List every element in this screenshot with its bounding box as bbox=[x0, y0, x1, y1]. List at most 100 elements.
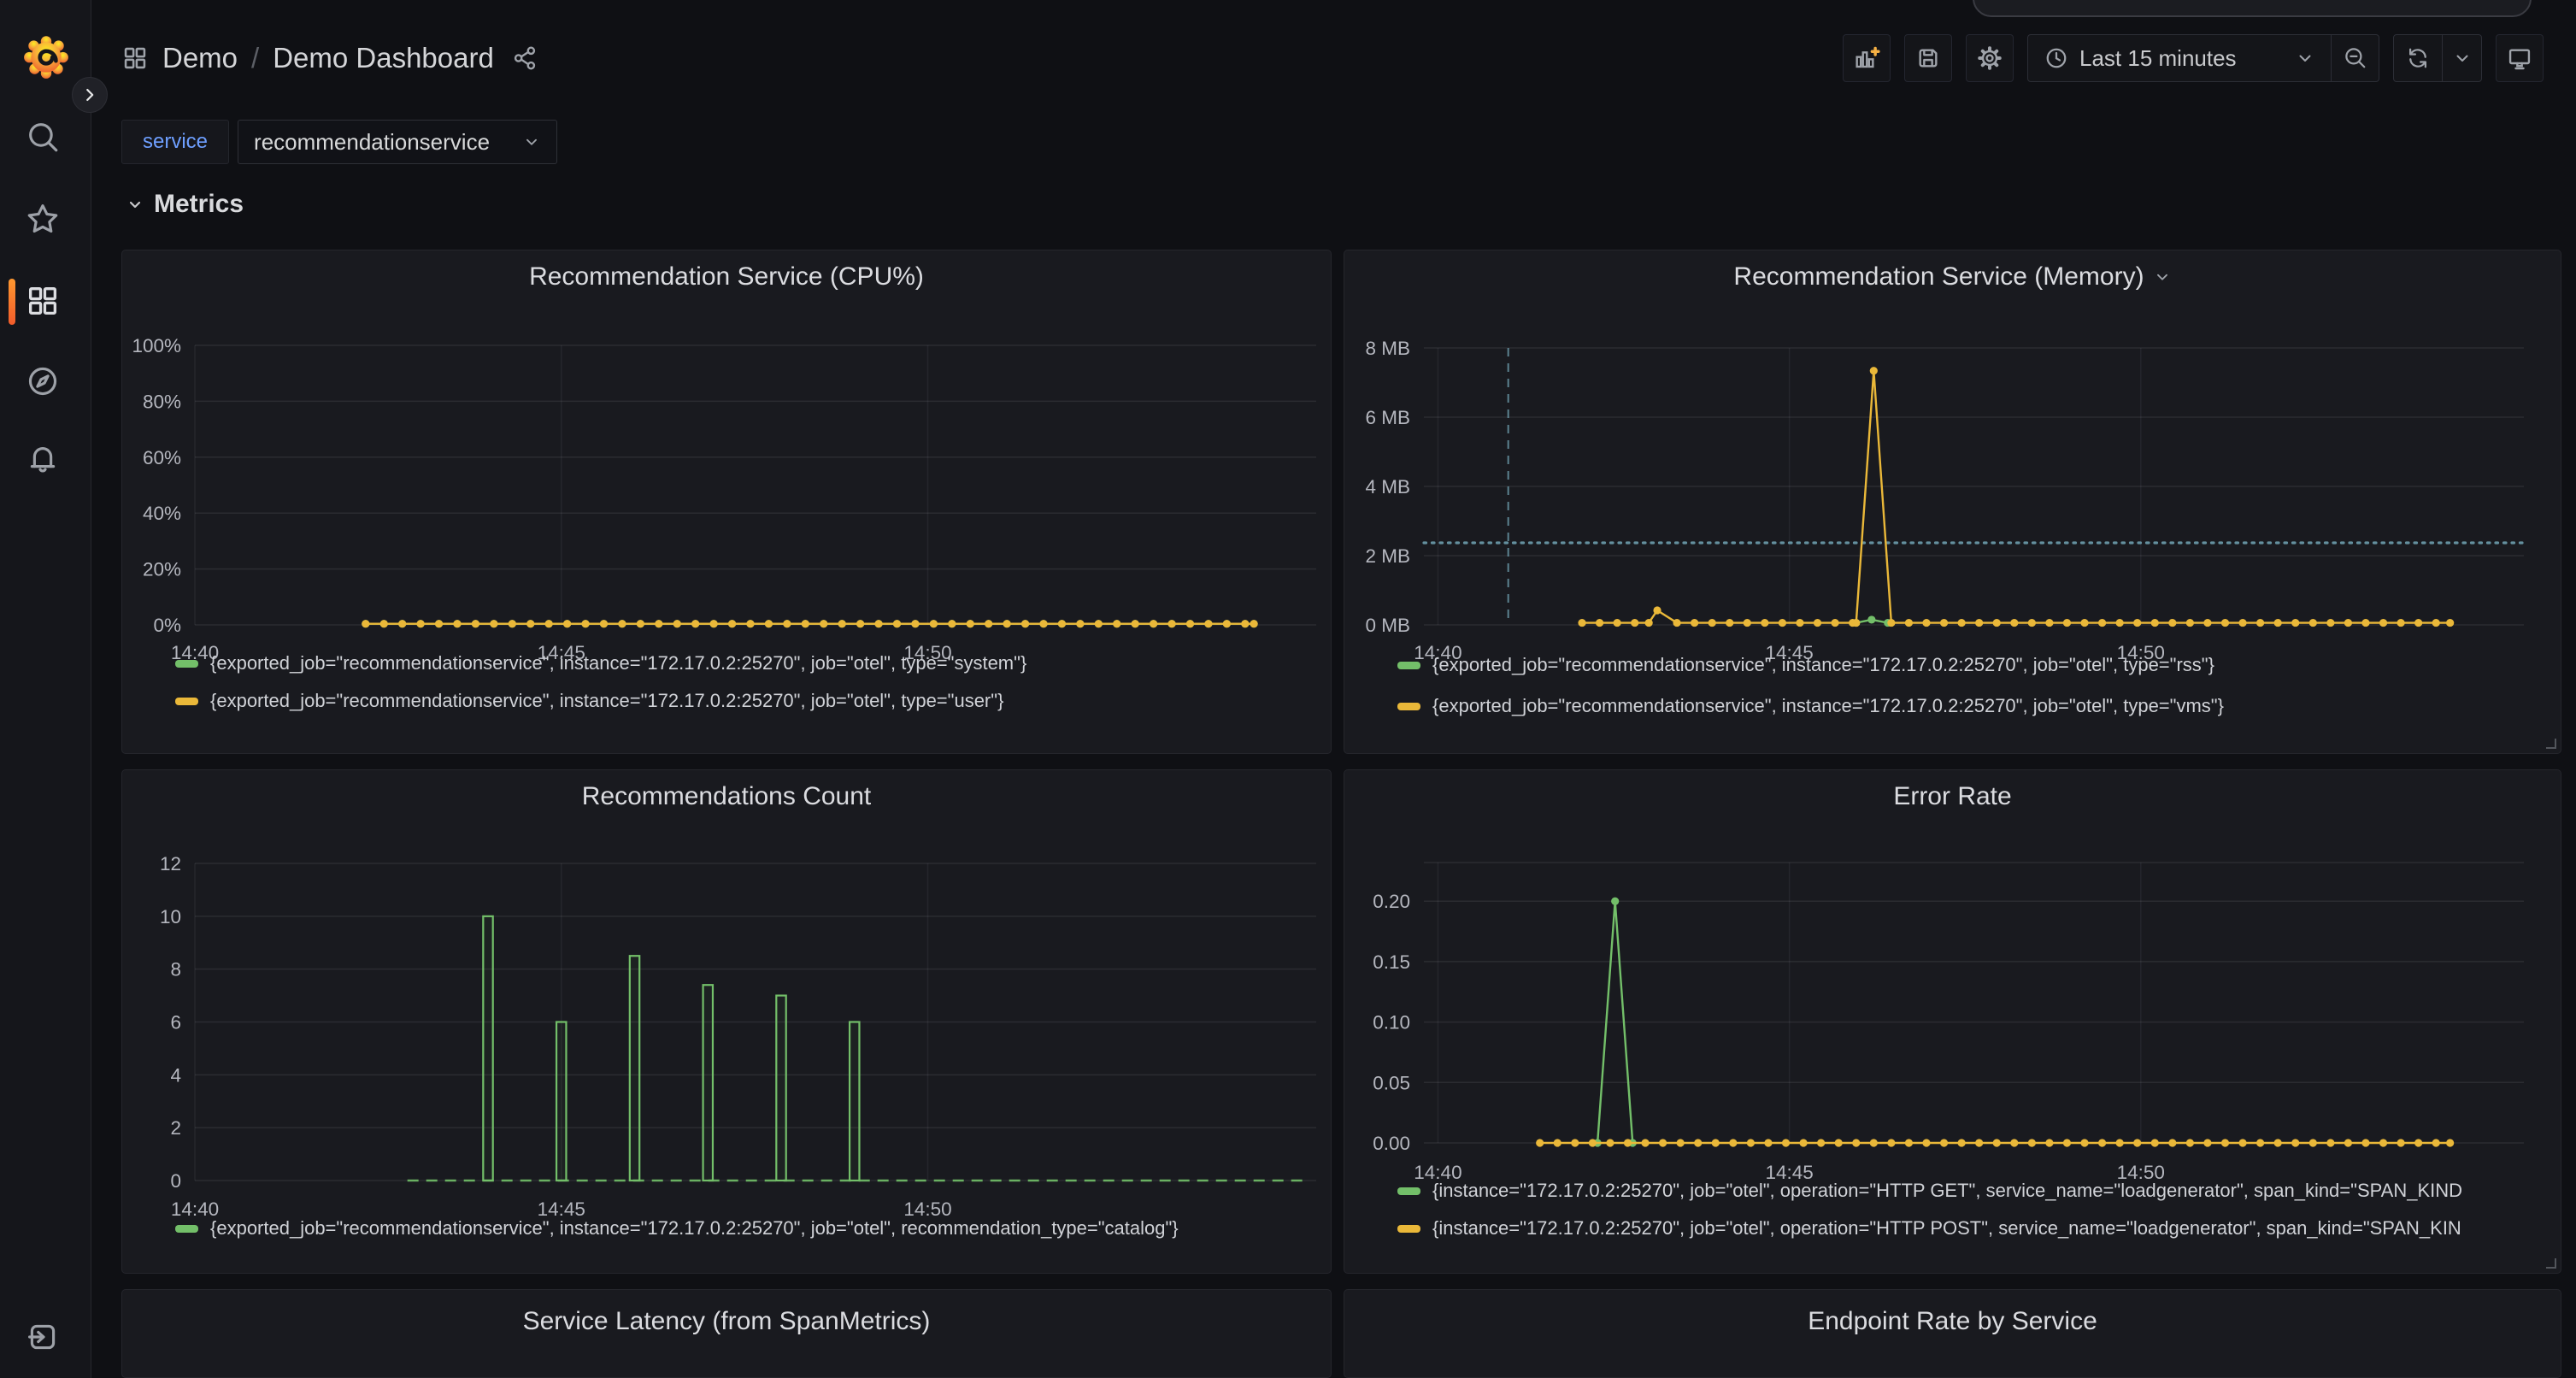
series-point bbox=[2379, 1139, 2387, 1146]
series-point bbox=[2309, 619, 2317, 627]
variable-dropdown[interactable]: recommendationservice bbox=[238, 120, 557, 164]
legend-item[interactable]: {instance="172.17.0.2:25270", job="otel"… bbox=[1397, 1180, 2554, 1202]
series-point bbox=[2256, 619, 2264, 627]
grafana-logo[interactable] bbox=[22, 31, 70, 80]
panel-header[interactable]: Service Latency (from SpanMetrics) bbox=[122, 1307, 1331, 1336]
sidebar-expand-button[interactable] bbox=[72, 77, 108, 113]
refresh-button[interactable] bbox=[2394, 35, 2442, 81]
series-point bbox=[1975, 619, 1983, 627]
y-tick-label: 0.00 bbox=[1373, 1133, 1410, 1154]
series-point bbox=[1709, 619, 1716, 627]
series-point bbox=[1852, 1139, 1860, 1146]
series-point bbox=[1589, 1139, 1597, 1146]
panel-resize-handle[interactable] bbox=[2546, 1258, 2556, 1269]
panel-header[interactable]: Endpoint Rate by Service bbox=[1344, 1307, 2561, 1336]
series-point bbox=[362, 620, 369, 627]
series-point bbox=[2028, 1139, 2036, 1146]
panel-resize-handle[interactable] bbox=[2546, 739, 2556, 749]
y-tick-label: 8 MB bbox=[1365, 338, 1410, 359]
sidebar-item-alerting[interactable] bbox=[24, 439, 62, 477]
series-point bbox=[838, 620, 846, 627]
series-point bbox=[2151, 1139, 2159, 1146]
series-point bbox=[2446, 619, 2454, 627]
series-point bbox=[435, 620, 443, 627]
series-point bbox=[2010, 1139, 2018, 1146]
sidebar-item-explore[interactable] bbox=[24, 362, 62, 400]
series-point bbox=[1204, 620, 1212, 627]
legend-item[interactable]: {exported_job="recommendationservice", i… bbox=[175, 1217, 1324, 1240]
legend-swatch bbox=[175, 1225, 198, 1233]
series-point bbox=[2379, 619, 2387, 627]
add-panel-button[interactable] bbox=[1843, 34, 1891, 82]
clock-icon bbox=[2044, 45, 2069, 71]
share-icon[interactable] bbox=[511, 44, 538, 72]
series-point bbox=[2291, 1139, 2299, 1146]
y-tick-label: 10 bbox=[160, 906, 181, 928]
gear-icon bbox=[1976, 44, 2003, 72]
series-point bbox=[2344, 1139, 2352, 1146]
legend-item[interactable]: {exported_job="recommendationservice", i… bbox=[1397, 695, 2554, 717]
series-point bbox=[2291, 619, 2299, 627]
time-range-picker[interactable]: Last 15 minutes bbox=[2028, 35, 2331, 81]
series-point bbox=[1241, 620, 1249, 627]
legend-item[interactable]: {exported_job="recommendationservice", i… bbox=[1397, 654, 2554, 676]
series-point bbox=[2203, 619, 2211, 627]
legend-item[interactable]: {instance="172.17.0.2:25270", job="otel"… bbox=[1397, 1217, 2554, 1240]
series-point bbox=[1870, 367, 1878, 374]
series-point bbox=[1003, 620, 1011, 627]
series-point bbox=[1691, 619, 1698, 627]
y-tick-label: 2 MB bbox=[1365, 545, 1410, 567]
kiosk-mode-button[interactable] bbox=[2496, 34, 2544, 82]
series-point bbox=[2028, 619, 2036, 627]
breadcrumb: Demo / Demo Dashboard bbox=[121, 34, 538, 82]
panel-service-latency: Service Latency (from SpanMetrics) bbox=[121, 1289, 1332, 1378]
chart-canvas[interactable]: 14:4014:4514:500%20%40%60%80%100% bbox=[122, 250, 1332, 754]
series-point bbox=[563, 620, 571, 627]
refresh-icon bbox=[2405, 45, 2431, 71]
chevron-down-icon bbox=[125, 194, 145, 215]
bar bbox=[556, 1022, 566, 1181]
series-point bbox=[2274, 1139, 2282, 1146]
series-point bbox=[2133, 619, 2141, 627]
series-point bbox=[2256, 1139, 2264, 1146]
row-metrics-toggle[interactable]: Metrics bbox=[125, 190, 244, 219]
series-point bbox=[1782, 1139, 1790, 1146]
y-tick-label: 0.15 bbox=[1373, 951, 1410, 973]
series-point bbox=[1852, 619, 1860, 627]
variable-label: service bbox=[121, 120, 229, 164]
series-point bbox=[746, 620, 754, 627]
dashboard-grid-icon bbox=[121, 44, 149, 72]
chart-canvas[interactable]: 14:4014:4514:500 MB2 MB4 MB6 MB8 MB bbox=[1344, 250, 2561, 754]
legend-item[interactable]: {exported_job="recommendationservice", i… bbox=[175, 652, 1324, 674]
legend-label: {instance="172.17.0.2:25270", job="otel"… bbox=[1432, 1180, 2462, 1202]
save-dashboard-button[interactable] bbox=[1904, 34, 1952, 82]
refresh-interval-dropdown[interactable] bbox=[2442, 35, 2481, 81]
series-point bbox=[1186, 620, 1194, 627]
sidebar-item-search[interactable] bbox=[24, 118, 62, 156]
y-tick-label: 0.20 bbox=[1373, 891, 1410, 912]
dashboard-settings-button[interactable] bbox=[1966, 34, 2014, 82]
series-point bbox=[1993, 1139, 2001, 1146]
sidebar-item-dashboards[interactable] bbox=[24, 282, 62, 320]
breadcrumb-section[interactable]: Demo bbox=[162, 42, 238, 74]
time-range-label: Last 15 minutes bbox=[2079, 45, 2237, 72]
y-tick-label: 0.05 bbox=[1373, 1072, 1410, 1093]
series-point bbox=[1887, 1139, 1895, 1146]
sidebar-item-sign-in[interactable] bbox=[24, 1318, 62, 1356]
legend-item[interactable]: {exported_job="recommendationservice", i… bbox=[175, 690, 1324, 712]
series-point bbox=[1021, 620, 1029, 627]
series-point bbox=[874, 620, 882, 627]
series-point bbox=[655, 620, 662, 627]
series-point bbox=[728, 620, 736, 627]
series-point bbox=[1571, 1139, 1579, 1146]
panel-title: Endpoint Rate by Service bbox=[1808, 1307, 2097, 1336]
legend-label: {exported_job="recommendationservice", i… bbox=[210, 690, 1003, 712]
time-zoom-out-button[interactable] bbox=[2331, 35, 2379, 81]
legend-swatch bbox=[175, 698, 198, 705]
series-point bbox=[1922, 1139, 1930, 1146]
sidebar-item-starred[interactable] bbox=[24, 200, 62, 238]
chart-canvas[interactable]: 14:4014:4514:50024681012 bbox=[122, 770, 1332, 1274]
star-icon bbox=[25, 201, 61, 237]
series-point bbox=[802, 620, 809, 627]
series-point bbox=[893, 620, 901, 627]
